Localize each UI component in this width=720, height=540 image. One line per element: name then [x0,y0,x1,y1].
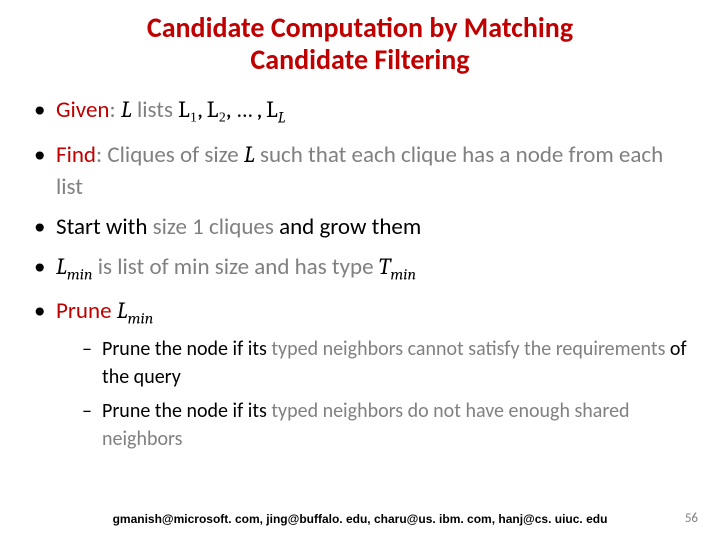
title-line-1: Candidate Computation by Matching [147,10,573,45]
page-number: 56 [685,511,698,526]
list-sequence: L₁, L₂, … , L [178,96,278,123]
text: Prune the node if its [102,337,271,361]
text: Prune the node if its [102,399,271,423]
var-Lmin-sub: min [67,267,93,285]
bullet-start: Start with size 1 cliques and grow them [34,211,692,243]
var-Lmin-L: L [117,297,128,324]
bullet-find: Find: Cliques of size L such that each c… [34,139,692,203]
text-gray: typed neighbors cannot satisfy the requi… [271,337,665,361]
var-Lmin-sub: min [128,311,154,329]
var-Tmin-sub: min [390,267,416,285]
sub-bullet-list: Prune the node if its typed neighbors ca… [56,335,692,453]
bullet-lmin: Lmin is list of min size and has type Tm… [34,251,692,287]
text: lists [132,96,178,124]
var-L: L [244,141,255,168]
var-Tmin-T: T [379,253,391,280]
text-gray: size 1 cliques [153,213,274,241]
sub-bullet-1: Prune the node if its typed neighbors ca… [82,335,692,391]
var-L: L [121,96,132,123]
bullet-list: Given: L lists L₁, L₂, … , LL Find: Cliq… [28,94,692,453]
footer-emails: gmanish@microsoft. com, jing@buffalo. ed… [0,512,720,526]
text: is list of min size and has type [93,253,379,281]
var-Lmin-L: L [56,253,67,280]
text: and grow them [274,213,421,241]
text: Start with [56,213,153,241]
text: : [109,96,120,124]
label-prune: Prune [56,297,117,325]
text: : Cliques of size [96,141,244,169]
label-find: Find [56,141,96,169]
title-line-2: Candidate Filtering [250,42,469,77]
slide-title: Candidate Computation by Matching Candid… [28,12,692,76]
bullet-prune: Prune Lmin Prune the node if its typed n… [34,295,692,453]
slide: Candidate Computation by Matching Candid… [0,0,720,540]
label-given: Given [56,96,109,124]
sub-bullet-2: Prune the node if its typed neighbors do… [82,397,692,453]
bullet-given: Given: L lists L₁, L₂, … , LL [34,94,692,130]
subscript-L: L [278,110,286,128]
